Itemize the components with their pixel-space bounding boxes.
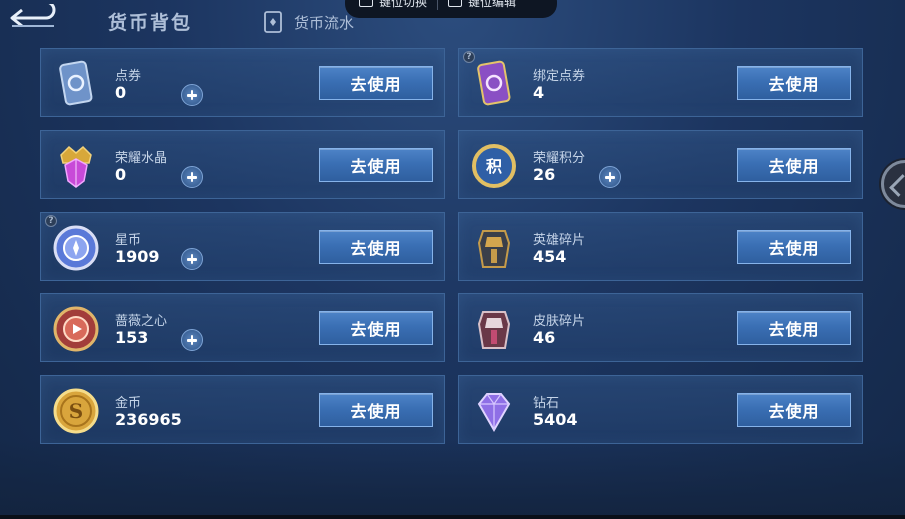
use-button[interactable]: 去使用 <box>319 311 433 345</box>
gold-coin-icon: S <box>53 388 99 434</box>
svg-text:积: 积 <box>486 157 502 176</box>
use-button[interactable]: 去使用 <box>319 148 433 182</box>
use-button[interactable]: 去使用 <box>737 311 851 345</box>
divider <box>437 0 439 10</box>
back-arrow-icon <box>10 0 56 28</box>
bottom-bar <box>0 515 905 519</box>
background-glow <box>0 440 905 519</box>
use-button[interactable]: 去使用 <box>737 230 851 264</box>
currency-count: 0 <box>115 83 127 102</box>
key-overlay-bar: 键位切换 键位编辑 <box>345 0 557 18</box>
coupon-icon <box>59 60 93 106</box>
currency-name: 绑定点券 <box>533 69 586 84</box>
currency-count: 4 <box>533 83 545 102</box>
add-crystal-button[interactable] <box>181 166 203 188</box>
currency-name: 荣耀积分 <box>533 151 586 166</box>
edit-icon <box>448 0 463 7</box>
currency-name: 荣耀水晶 <box>115 151 168 166</box>
add-honor-points-button[interactable] <box>599 166 621 188</box>
star-coin-icon <box>53 225 99 271</box>
currency-flow-link[interactable]: 货币流水 <box>262 10 354 34</box>
currency-count: 0 <box>115 165 127 184</box>
key-edit-label: 键位编辑 <box>468 0 517 9</box>
currency-card-star-coin: ? 星币 1909 去使用 <box>40 212 445 281</box>
diamond-icon <box>477 393 511 433</box>
back-button[interactable] <box>8 0 58 32</box>
currency-count: 26 <box>533 165 556 184</box>
currency-card-coupon: 点券 0 去使用 <box>40 48 445 117</box>
add-rose-heart-button[interactable] <box>181 329 203 351</box>
crystal-icon <box>60 145 92 188</box>
add-coupon-button[interactable] <box>181 84 203 106</box>
svg-text:S: S <box>69 399 83 423</box>
currency-card-rose-heart: 蔷薇之心 153 去使用 <box>40 293 445 362</box>
bound-coupon-icon <box>477 60 511 106</box>
add-star-coin-button[interactable] <box>181 248 203 270</box>
key-switch-label: 键位切换 <box>379 0 428 9</box>
currency-name: 金币 <box>115 396 142 411</box>
use-button[interactable]: 去使用 <box>737 66 851 100</box>
currency-count: 236965 <box>115 410 182 429</box>
currency-card-crystal: 荣耀水晶 0 去使用 <box>40 130 445 199</box>
currency-name: 英雄碎片 <box>533 233 586 248</box>
currency-count: 46 <box>533 328 556 347</box>
currency-card-skin-shard: 皮肤碎片 46 去使用 <box>458 293 863 362</box>
currency-count: 153 <box>115 328 149 347</box>
currency-count: 454 <box>533 247 567 266</box>
currency-name: 点券 <box>115 69 142 84</box>
currency-name: 皮肤碎片 <box>533 314 586 329</box>
currency-card-hero-shard: 英雄碎片 454 去使用 <box>458 212 863 281</box>
key-edit-button[interactable]: 键位编辑 <box>448 0 516 10</box>
currency-count: 5404 <box>533 410 578 429</box>
use-button[interactable]: 去使用 <box>319 230 433 264</box>
page-title: 货币背包 <box>108 12 193 34</box>
honor-points-icon: 积 <box>472 144 516 188</box>
currency-name: 钻石 <box>533 396 560 411</box>
side-expand-button[interactable] <box>881 160 905 208</box>
currency-card-bound-coupon: ? 绑定点券 4 去使用 <box>458 48 863 117</box>
keyboard-icon <box>359 0 373 7</box>
currency-name: 蔷薇之心 <box>115 314 168 329</box>
currency-card-honor-points: 积 荣耀积分 26 去使用 <box>458 130 863 199</box>
use-button[interactable]: 去使用 <box>737 148 851 182</box>
currency-card-gold: S 金币 236965 去使用 <box>40 375 445 444</box>
use-button[interactable]: 去使用 <box>319 393 433 427</box>
skin-shard-icon <box>477 311 511 349</box>
rose-heart-icon <box>53 306 99 352</box>
use-button[interactable]: 去使用 <box>319 66 433 100</box>
hero-shard-icon <box>477 230 511 268</box>
currency-card-diamond: 钻石 5404 去使用 <box>458 375 863 444</box>
card-icon <box>264 11 282 33</box>
currency-flow-label: 货币流水 <box>294 13 355 32</box>
currency-name: 星币 <box>115 233 142 248</box>
key-switch-button[interactable]: 键位切换 <box>359 0 427 10</box>
use-button[interactable]: 去使用 <box>737 393 851 427</box>
currency-count: 1909 <box>115 247 160 266</box>
